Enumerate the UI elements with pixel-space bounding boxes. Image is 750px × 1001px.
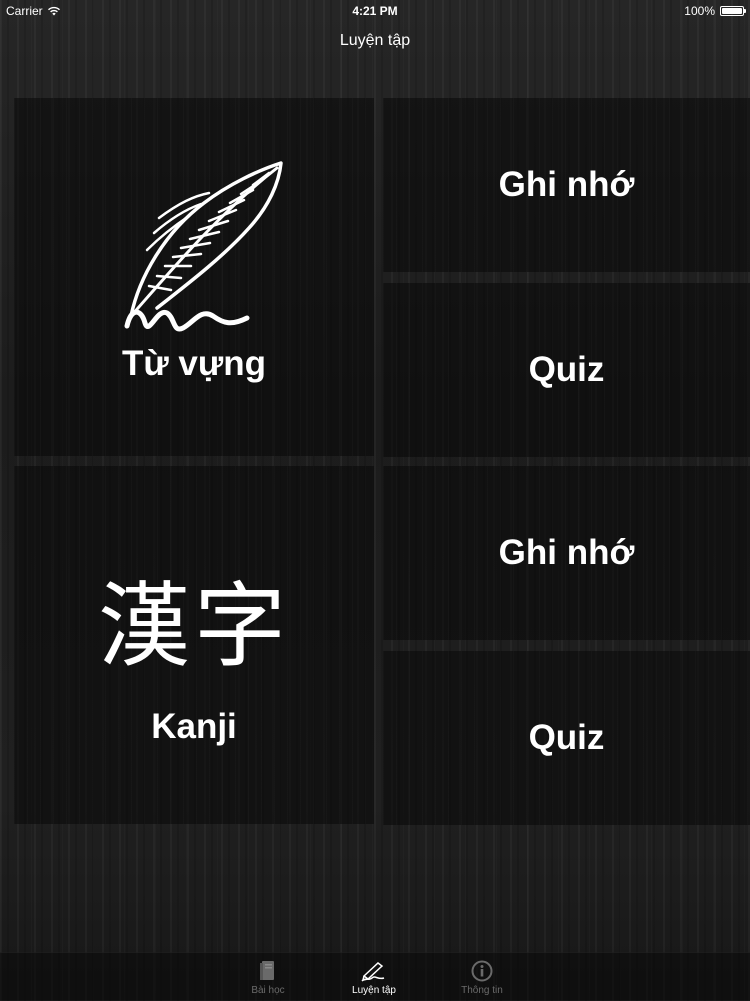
kanji-label: Kanji [151,707,237,746]
tab-bar: Bài học Luyện tập Thông tin [0,952,750,1001]
kanji-quiz-label: Quiz [528,718,605,757]
vocabulary-quiz-label: Quiz [528,350,605,389]
battery-icon [720,6,746,16]
status-battery-group: 100% [684,4,746,18]
tab-info[interactable]: Thông tin [442,953,522,1001]
kanji-panel[interactable]: 漢字 Kanji [14,466,374,824]
info-icon [471,960,493,982]
vocabulary-memorize-label: Ghi nhớ [498,165,635,204]
vocabulary-label: Từ vựng [121,344,267,383]
feather-quill-icon [124,161,283,332]
status-time: 4:21 PM [352,4,398,18]
status-bar: Carrier 4:21 PM 100% [0,0,750,22]
pencil-icon [361,962,385,982]
tab-lessons[interactable]: Bài học [228,953,308,1001]
book-icon [260,961,274,980]
tab-practice-label: Luyện tập [352,985,396,996]
vocabulary-panel[interactable]: Từ vựng [14,98,374,456]
vocabulary-quiz-button[interactable]: Quiz [383,283,750,457]
kanji-glyph: 漢字 [97,573,290,680]
kanji-memorize-button[interactable]: Ghi nhớ [383,466,750,640]
page-title: Luyện tập [339,32,411,49]
vocabulary-memorize-button[interactable]: Ghi nhớ [383,98,750,272]
battery-percent: 100% [684,4,715,18]
tab-info-label: Thông tin [461,985,503,996]
kanji-memorize-label: Ghi nhớ [498,533,635,572]
kanji-quiz-button[interactable]: Quiz [383,651,750,825]
tab-practice[interactable]: Luyện tập [334,953,414,1001]
tab-lessons-label: Bài học [251,985,285,996]
